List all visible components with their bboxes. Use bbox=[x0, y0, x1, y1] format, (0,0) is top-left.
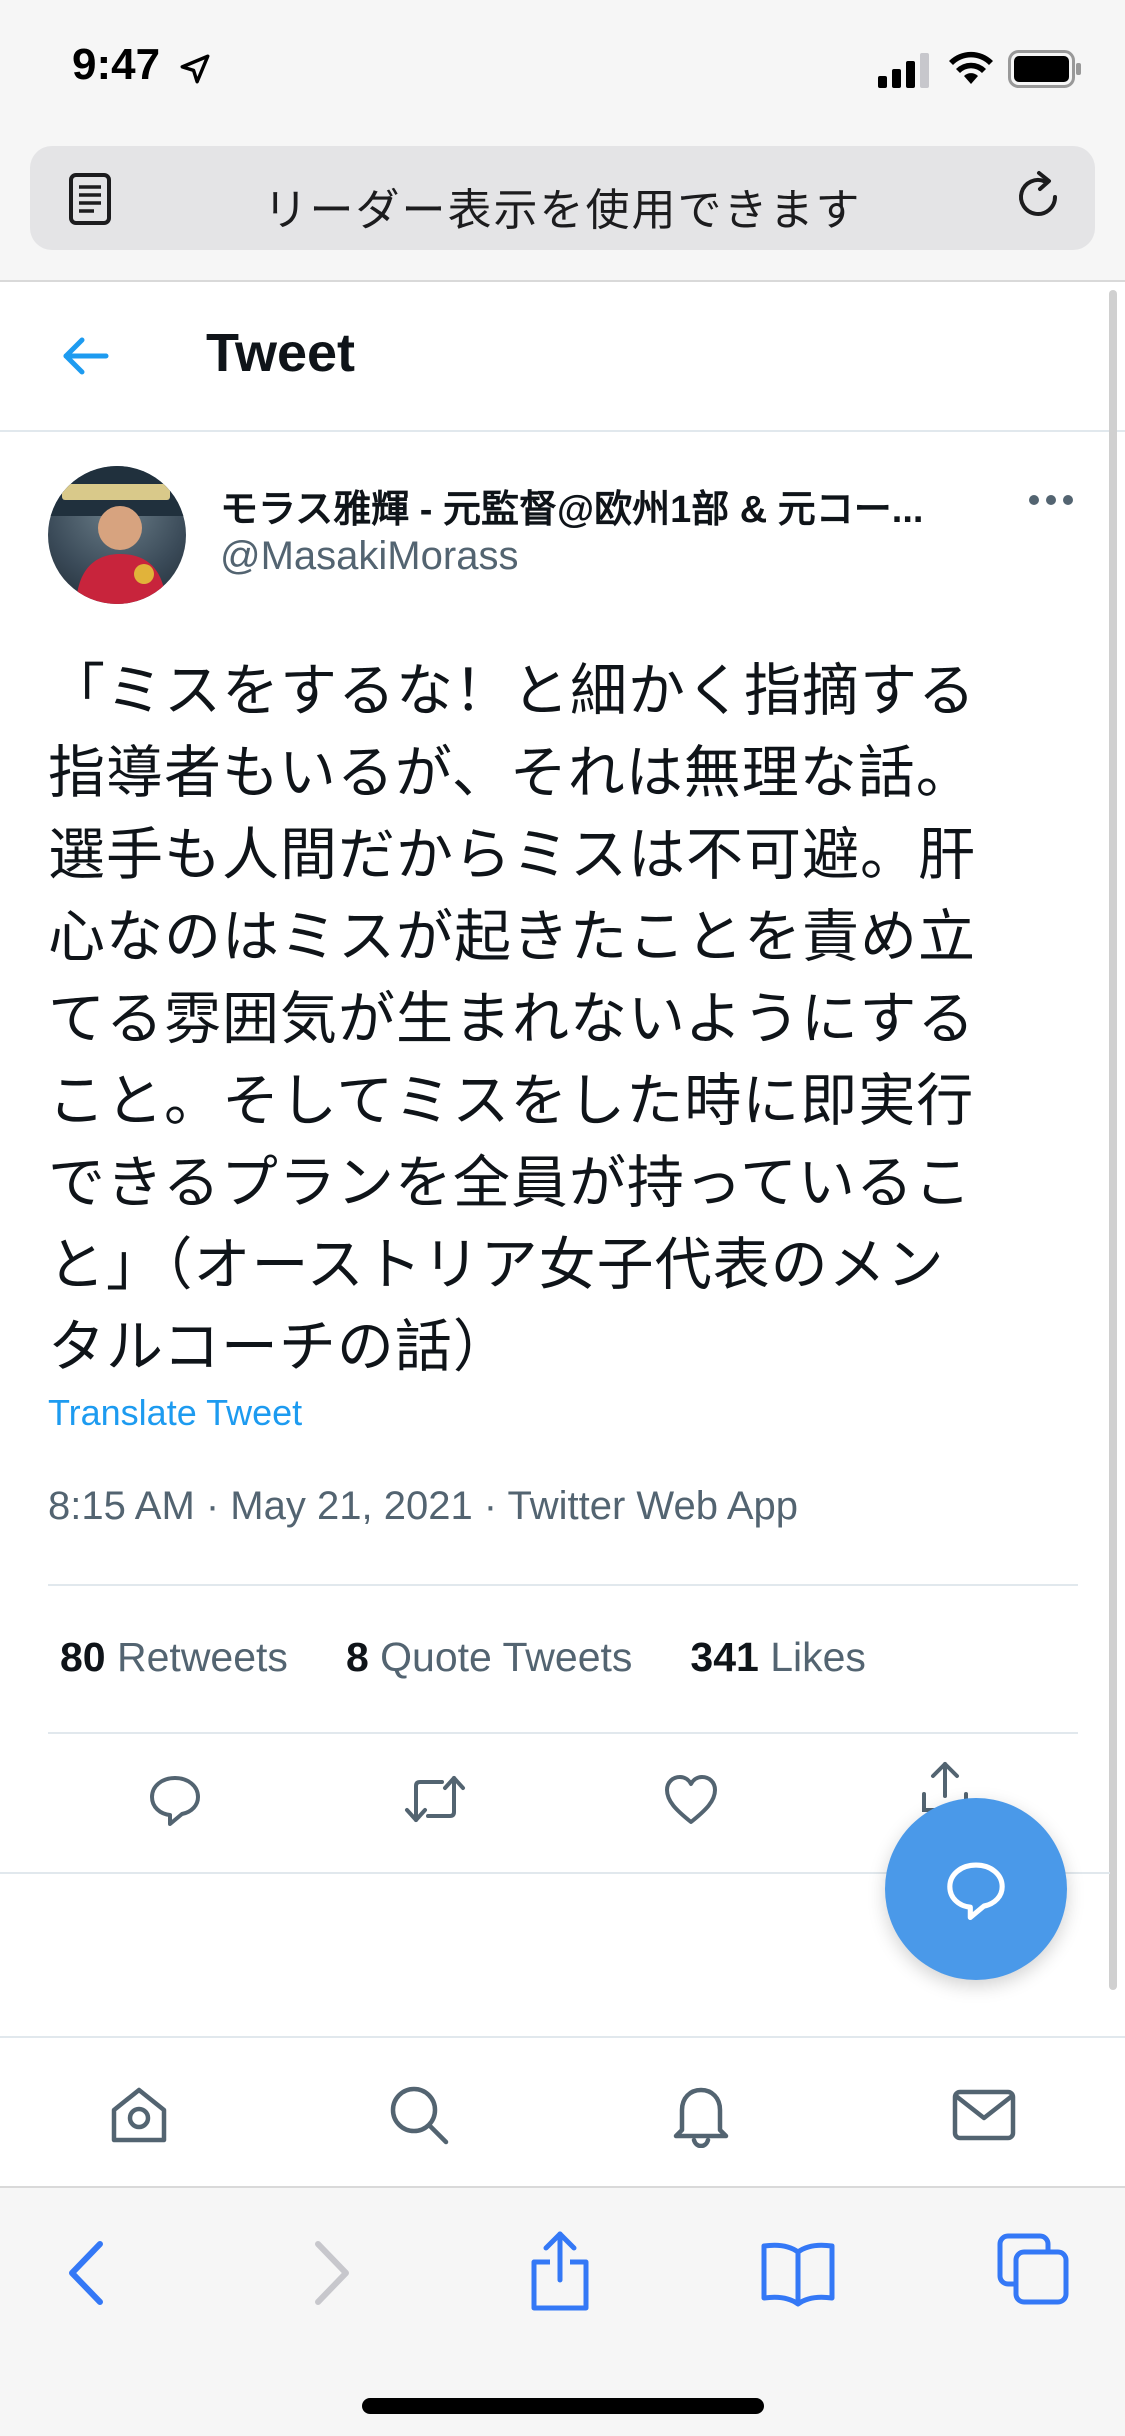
home-indicator[interactable] bbox=[362, 2398, 764, 2414]
more-options-icon[interactable] bbox=[1028, 492, 1074, 508]
tweet-header: Tweet bbox=[0, 284, 1125, 432]
like-icon[interactable] bbox=[662, 1770, 720, 1828]
compose-icon bbox=[947, 1862, 1005, 1921]
quote-tweets-count: 8 bbox=[345, 1634, 369, 1680]
retweet-icon[interactable] bbox=[402, 1770, 468, 1828]
safari-top-bar: 9:47 リーダー表示を使用できます bbox=[0, 0, 1125, 282]
retweets-label: Retweets bbox=[117, 1634, 288, 1680]
messages-icon[interactable] bbox=[950, 2082, 1018, 2148]
reply-icon[interactable] bbox=[146, 1770, 204, 1828]
retweets-count: 80 bbox=[60, 1634, 106, 1680]
forward-icon[interactable] bbox=[306, 2238, 356, 2308]
reload-icon[interactable] bbox=[1009, 168, 1067, 226]
compose-reply-button[interactable] bbox=[885, 1798, 1067, 1980]
back-arrow-icon[interactable] bbox=[58, 328, 114, 384]
battery-icon bbox=[1008, 50, 1081, 88]
notifications-icon[interactable] bbox=[668, 2082, 734, 2148]
scrollbar[interactable] bbox=[1109, 290, 1117, 1990]
likes-stat[interactable]: 341 Likes bbox=[690, 1634, 866, 1681]
tweet-timestamp[interactable]: 8:15 AM · May 21, 2021 · Twitter Web App bbox=[48, 1484, 798, 1529]
likes-label: Likes bbox=[770, 1634, 866, 1680]
share-icon[interactable] bbox=[528, 2228, 592, 2314]
page-title: Tweet bbox=[206, 323, 356, 383]
signal-icon bbox=[878, 53, 929, 88]
location-arrow-icon bbox=[180, 54, 210, 84]
quote-tweets-label: Quote Tweets bbox=[380, 1634, 633, 1680]
status-time: 9:47 bbox=[72, 40, 161, 89]
retweets-stat[interactable]: 80 Retweets bbox=[60, 1634, 288, 1681]
home-icon[interactable] bbox=[106, 2082, 172, 2148]
divider bbox=[48, 1732, 1078, 1734]
tabs-icon[interactable] bbox=[996, 2232, 1070, 2306]
tweet-stats: 80 Retweets 8 Quote Tweets 341 Likes bbox=[60, 1634, 924, 1681]
tweet-text: 「ミスをするな！と細かく指摘する 指導者もいるが、それは無理な話。 選手も人間だ… bbox=[48, 659, 976, 1379]
avatar[interactable] bbox=[48, 466, 186, 604]
search-icon[interactable] bbox=[386, 2082, 452, 2148]
address-bar[interactable]: リーダー表示を使用できます bbox=[30, 146, 1095, 250]
author-handle[interactable]: @MasakiMorass bbox=[220, 534, 518, 579]
wifi-icon bbox=[949, 51, 993, 84]
address-text[interactable]: リーダー表示を使用できます bbox=[30, 174, 1095, 238]
translate-tweet-link[interactable]: Translate Tweet bbox=[48, 1392, 302, 1434]
twitter-bottom-nav bbox=[0, 2036, 1125, 2186]
back-icon[interactable] bbox=[62, 2238, 112, 2308]
divider bbox=[48, 1584, 1078, 1586]
bookmarks-icon[interactable] bbox=[760, 2238, 836, 2308]
author-name[interactable]: モラス雅輝 - 元監督@欧州1部 & 元コー... bbox=[220, 478, 980, 533]
quote-tweets-stat[interactable]: 8 Quote Tweets bbox=[346, 1634, 632, 1681]
likes-count: 341 bbox=[690, 1634, 759, 1680]
avatar-image bbox=[48, 466, 186, 604]
